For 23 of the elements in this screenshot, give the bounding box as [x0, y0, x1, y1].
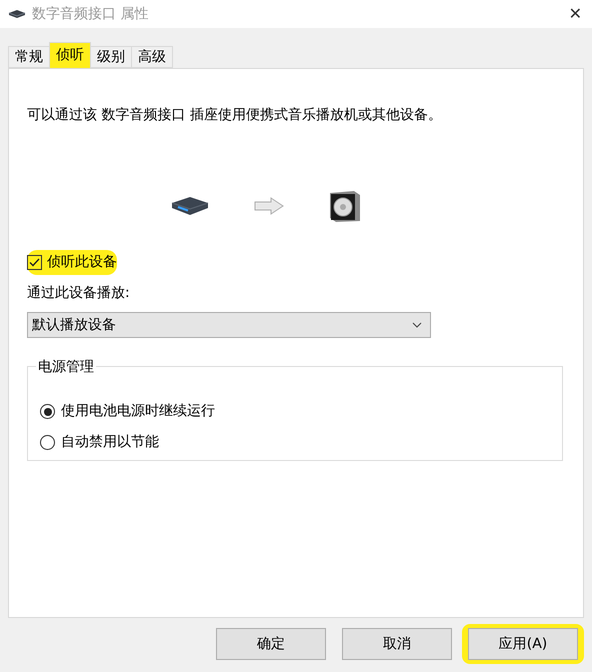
playback-label: 通过此设备播放:: [27, 284, 131, 303]
radio-button[interactable]: [40, 404, 55, 419]
radio-button[interactable]: [40, 435, 55, 450]
dialog-button[interactable]: 应用(A): [468, 628, 578, 660]
arrow-icon: [254, 197, 284, 215]
description-text: 可以通过该 数字音频接口 插座使用便携式音乐播放机或其他设备。: [27, 106, 443, 125]
speaker-icon: [328, 189, 362, 223]
window-title: 数字音频接口 属性: [32, 4, 148, 24]
chevron-down-icon: [412, 322, 422, 328]
tab[interactable]: 级别: [90, 46, 132, 68]
dialog-button[interactable]: 确定: [216, 628, 326, 660]
audio-device-icon: [170, 195, 210, 217]
playback-dropdown[interactable]: 默认播放设备: [27, 312, 431, 338]
checkbox[interactable]: [27, 255, 42, 270]
close-button[interactable]: ✕: [568, 2, 582, 26]
tab[interactable]: 侦听: [49, 42, 91, 68]
dialog-button[interactable]: 取消: [342, 628, 452, 660]
tab[interactable]: 常规: [8, 46, 50, 68]
radio-label[interactable]: 自动禁用以节能: [61, 432, 159, 453]
tab[interactable]: 高级: [131, 46, 173, 68]
drive-icon: [8, 9, 26, 19]
radio-label[interactable]: 使用电池电源时继续运行: [61, 401, 215, 422]
checkbox-label[interactable]: 侦听此设备: [47, 252, 117, 273]
